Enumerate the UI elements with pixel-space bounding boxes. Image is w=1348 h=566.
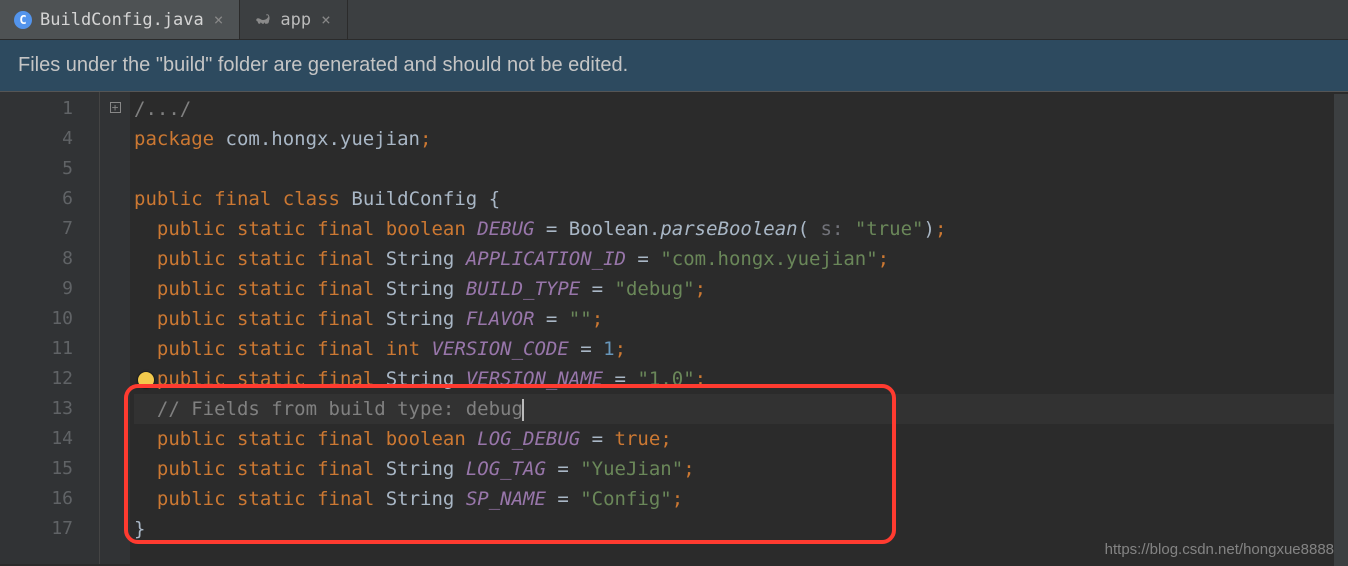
keyword: public [157,308,226,330]
param-hint: s: [821,218,844,240]
keyword: final [317,338,374,360]
keyword: final [317,248,374,270]
line-gutter: 1 4 5 6 7 8 9 10 11 12 13 14 15 16 17 [0,92,100,564]
tab-label: BuildConfig.java [40,10,204,30]
keyword: public [134,188,203,210]
field: FLAVOR [466,308,535,330]
type: String [386,308,455,330]
line-number: 11 [0,334,73,364]
field: LOG_DEBUG [477,428,580,450]
keyword: public [157,428,226,450]
class-name: BuildConfig [351,188,477,210]
string-literal: "debug" [615,278,695,300]
line-number: 9 [0,274,73,304]
keyword: static [237,218,306,240]
field: BUILD_TYPE [466,278,580,300]
keyword: final [317,218,374,240]
type: String [386,458,455,480]
line-number: 6 [0,184,73,214]
line-number: 13 [0,394,73,424]
keyword: static [237,428,306,450]
keyword: class [283,188,340,210]
keyword: final [317,278,374,300]
comment: // Fields from build type: debug [157,398,523,420]
package-name: com.hongx.yuejian [226,128,420,150]
keyword: static [237,308,306,330]
string-literal: "YueJian" [580,458,683,480]
field: LOG_TAG [466,458,546,480]
tab-app[interactable]: app × [240,0,347,39]
keyword: public [157,338,226,360]
number-literal: 1 [603,338,614,360]
line-number: 1 [0,94,73,124]
keyword: boolean [386,428,466,450]
watermark: https://blog.csdn.net/hongxue8888 [1105,541,1334,558]
type: String [386,488,455,510]
keyword: final [317,458,374,480]
fold-toggle-icon[interactable]: + [110,102,121,113]
method-call: parseBoolean [660,218,797,240]
tab-label: app [280,10,311,30]
line-number: 12 [0,364,73,394]
gradle-icon [254,11,272,29]
string-literal: "" [569,308,592,330]
keyword: static [237,278,306,300]
keyword: public [157,278,226,300]
string-literal: "com.hongx.yuejian" [660,248,877,270]
line-number: 10 [0,304,73,334]
string-literal: "1.0" [637,368,694,390]
line-number: 5 [0,154,73,184]
close-icon[interactable]: × [212,10,226,29]
string-literal: "true" [855,218,924,240]
type: String [386,248,455,270]
keyword: final [214,188,271,210]
scrollbar[interactable] [1334,94,1348,566]
keyword: public [157,368,226,390]
string-literal: "Config" [580,488,672,510]
editor-tabs: C BuildConfig.java × app × [0,0,1348,40]
line-number: 17 [0,514,73,544]
text-caret [522,399,524,421]
line-number: 15 [0,454,73,484]
tab-buildconfig[interactable]: C BuildConfig.java × [0,0,240,39]
keyword: public [157,218,226,240]
line-number: 16 [0,484,73,514]
class-ref: Boolean [569,218,649,240]
keyword: static [237,248,306,270]
code-area[interactable]: /.../ package com.hongx.yuejian; public … [130,92,1348,564]
generated-file-warning: Files under the "build" folder are gener… [0,40,1348,92]
keyword: static [237,488,306,510]
field: APPLICATION_ID [466,248,626,270]
code-editor[interactable]: 1 4 5 6 7 8 9 10 11 12 13 14 15 16 17 + … [0,92,1348,564]
keyword: final [317,428,374,450]
keyword: final [317,488,374,510]
keyword: static [237,338,306,360]
keyword: package [134,128,214,150]
type: String [386,368,455,390]
line-number: 14 [0,424,73,454]
fold-column: + [100,92,130,564]
boolean-literal: true [615,428,661,450]
close-icon[interactable]: × [319,10,333,29]
line-number: 4 [0,124,73,154]
type: String [386,278,455,300]
field: DEBUG [477,218,534,240]
folded-block: /.../ [134,98,191,120]
keyword: boolean [386,218,466,240]
keyword: static [237,368,306,390]
field: VERSION_NAME [466,368,603,390]
field: VERSION_CODE [432,338,569,360]
field: SP_NAME [466,488,546,510]
keyword: final [317,368,374,390]
keyword: public [157,248,226,270]
keyword: public [157,488,226,510]
line-number: 7 [0,214,73,244]
line-number: 8 [0,244,73,274]
keyword: int [386,338,420,360]
intention-bulb-icon[interactable] [138,372,154,388]
keyword: public [157,458,226,480]
java-icon: C [14,11,32,29]
keyword: final [317,308,374,330]
keyword: static [237,458,306,480]
